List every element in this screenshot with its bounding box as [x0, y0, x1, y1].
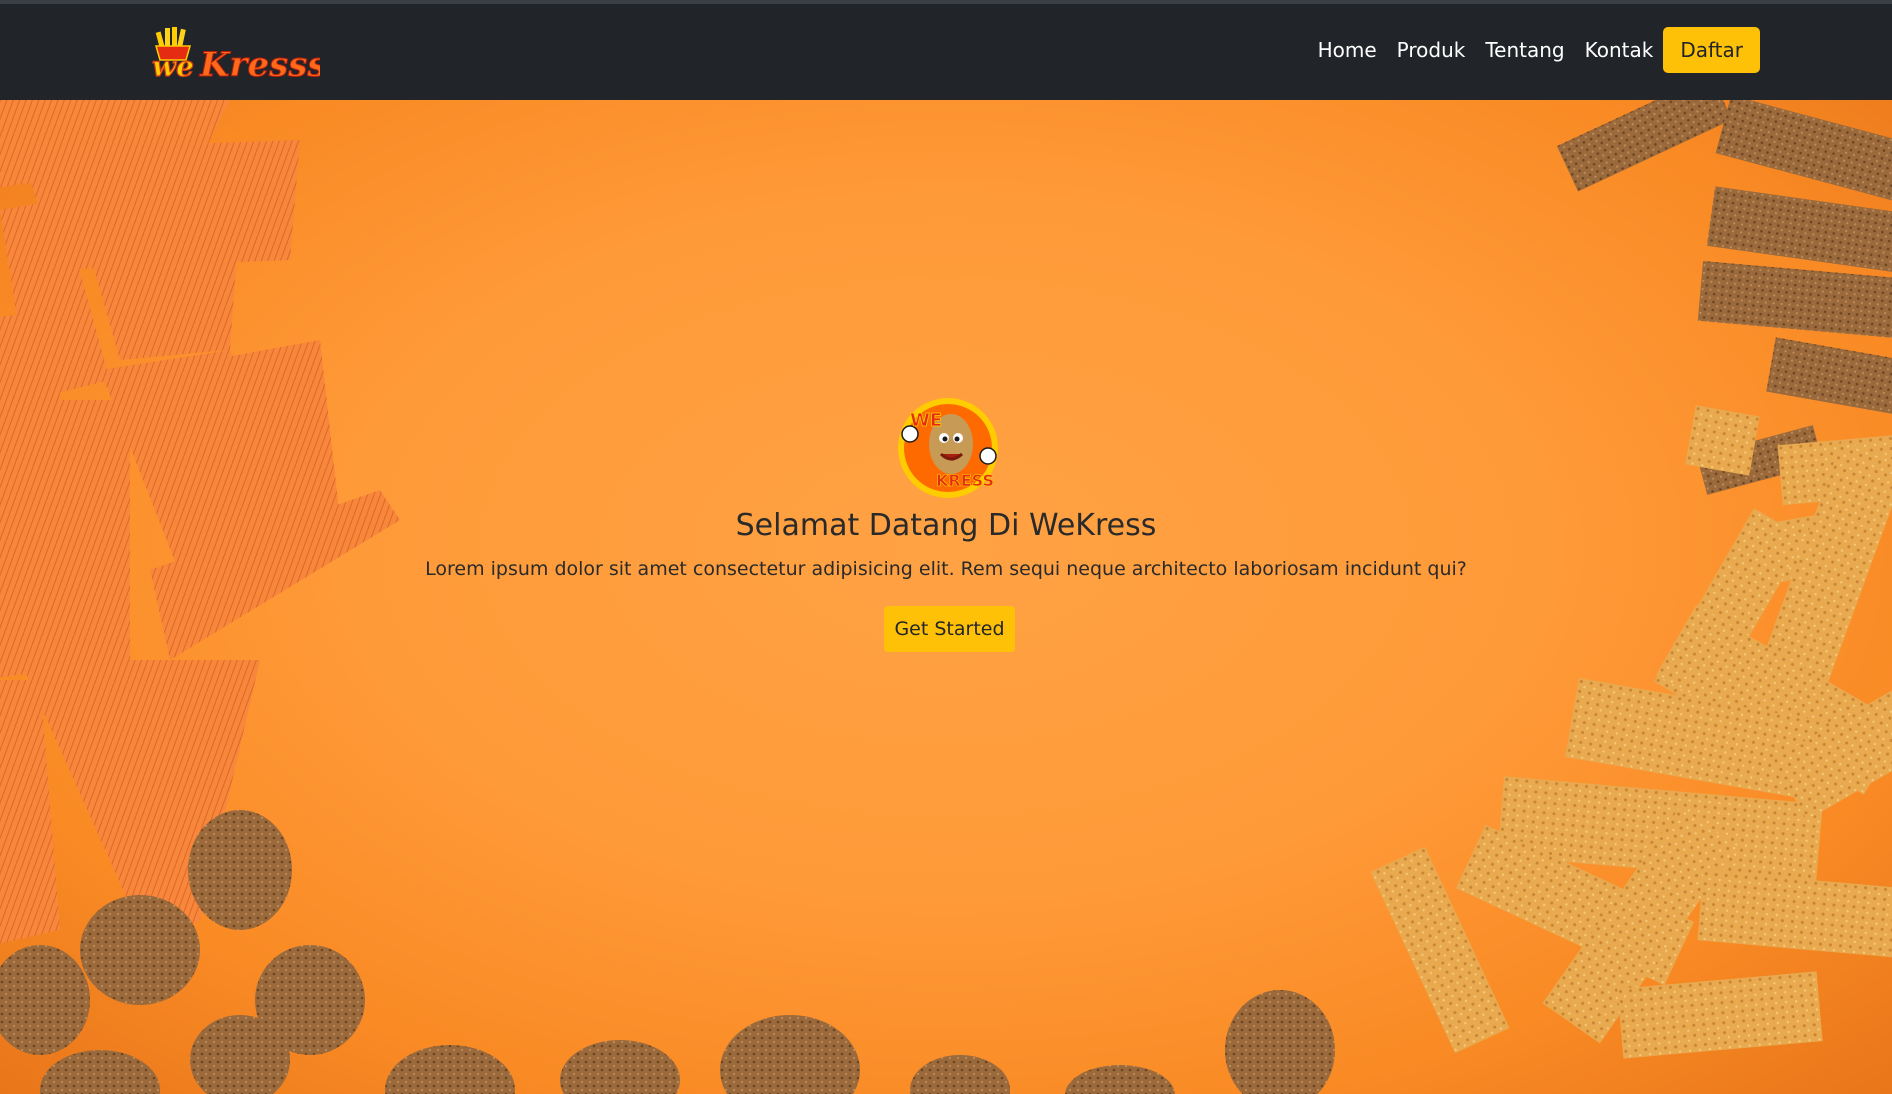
- hero-title: Selamat Datang Di WeKress: [735, 508, 1157, 543]
- nav-link-produk[interactable]: Produk: [1387, 30, 1476, 70]
- page: we Kresss Home Produk Tentang Kontak Daf…: [0, 0, 1892, 1094]
- daftar-button[interactable]: Daftar: [1663, 27, 1760, 73]
- snack-background-image: [0, 100, 1892, 1094]
- nav-menu: Home Produk Tentang Kontak Daftar: [1308, 27, 1760, 73]
- bottom-rusks-group: [0, 810, 1335, 1094]
- wekresss-logo-icon: we Kresss: [151, 27, 327, 86]
- nav-link-kontak[interactable]: Kontak: [1575, 30, 1664, 70]
- hero-description: Lorem ipsum dolor sit amet consectetur a…: [425, 558, 1467, 580]
- brand-logo[interactable]: we Kresss: [150, 24, 327, 88]
- svg-text:KRESS: KRESS: [936, 471, 994, 490]
- get-started-button[interactable]: Get Started: [884, 606, 1015, 652]
- nav-link-tentang[interactable]: Tentang: [1475, 30, 1574, 70]
- hero-section: WE KRESS Selamat Datang Di WeKress Lorem…: [0, 100, 1892, 1094]
- mascot-logo-icon: WE KRESS: [898, 398, 998, 498]
- navbar: we Kresss Home Produk Tentang Kontak Daf…: [0, 4, 1892, 100]
- svg-text:we: we: [152, 50, 194, 83]
- svg-text:WE: WE: [910, 410, 942, 431]
- svg-text:Kresss: Kresss: [199, 45, 320, 85]
- nav-link-home[interactable]: Home: [1308, 30, 1387, 70]
